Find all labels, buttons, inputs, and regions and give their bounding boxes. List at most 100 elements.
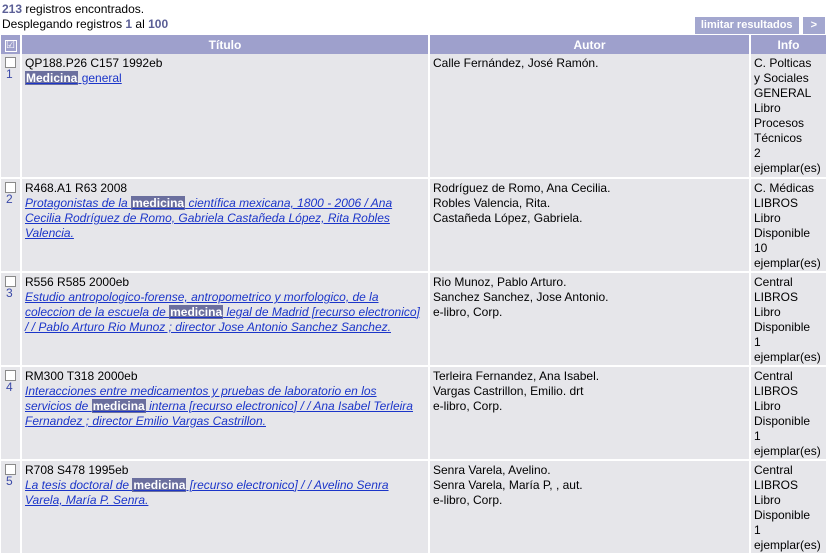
info-status-cont: Técnicos <box>754 131 803 145</box>
search-term-highlight: medicina <box>131 196 186 210</box>
info-copies: 2 <box>754 146 761 160</box>
title-cell: R708 S478 1995eb La tesis doctoral de me… <box>22 461 430 555</box>
title-cell: RM300 T318 2000eb Interacciones entre me… <box>22 367 430 461</box>
info-status: Disponible <box>754 226 811 240</box>
results-count: 213 <box>2 2 23 16</box>
info-cell: C. Médicas LIBROS Libro Disponible 10 ej… <box>751 179 826 273</box>
range-prefix: Desplegando registros <box>2 17 126 31</box>
info-copies: 10 <box>754 241 768 255</box>
info-copies-label: ejemplar(es) <box>754 256 821 270</box>
info-collection: LIBROS <box>754 478 799 492</box>
table-header-row: ☑ Título Autor Info <box>1 35 826 54</box>
info-collection: LIBROS <box>754 290 799 304</box>
table-row: 2 R468.A1 R63 2008 Protagonistas de la m… <box>1 179 826 273</box>
row-number: 3 <box>6 286 13 300</box>
table-row: 5 R708 S478 1995eb La tesis doctoral de … <box>1 461 826 555</box>
info-collection: LIBROS <box>754 384 799 398</box>
info-status: Disponible <box>754 508 811 522</box>
range-middle: al <box>132 17 149 31</box>
title-cell: R468.A1 R63 2008 Protagonistas de la med… <box>22 179 430 273</box>
info-status: Procesos <box>754 116 805 130</box>
info-format: Libro <box>754 399 781 413</box>
record-title-link[interactable]: Interacciones entre medicamentos y prueb… <box>25 384 413 428</box>
title-prefix: La tesis doctoral de <box>25 478 133 492</box>
author-name: Rio Munoz, Pablo Arturo. <box>433 275 567 289</box>
call-number: R708 S478 1995eb <box>25 463 129 477</box>
call-number: R556 R585 2000eb <box>25 275 130 289</box>
author-cell: Calle Fernández, José Ramón. <box>430 54 751 179</box>
search-term-highlight: Medicina <box>25 71 79 85</box>
limit-results-button[interactable]: limitar resultados <box>694 17 799 34</box>
title-suffix: general <box>78 71 122 85</box>
info-library: C. Polticas <box>754 56 812 70</box>
author-name: Senra Varela, Avelino. <box>433 463 551 477</box>
info-format: Libro <box>754 493 781 507</box>
author-name: Sanchez Sanchez, Jose Antonio. <box>433 290 609 304</box>
row-select-cell: 2 <box>1 179 22 273</box>
results-summary: 213 registros encontrados. Desplegando r… <box>0 0 837 35</box>
info-copies-label: ejemplar(es) <box>754 444 821 458</box>
title-cell: QP188.P26 C157 1992eb Medicina general <box>22 54 430 179</box>
results-count-suffix: registros encontrados. <box>22 2 145 16</box>
row-select-cell: 5 <box>1 461 22 555</box>
row-number: 4 <box>6 380 13 394</box>
results-table: ☑ Título Autor Info 1 QP188.P26 C157 199… <box>1 35 826 555</box>
author-name: Terleira Fernandez, Ana Isabel. <box>433 369 600 383</box>
author-name: e-libro, Corp. <box>433 399 503 413</box>
info-cell: Central LIBROS Libro Disponible 1 ejempl… <box>751 367 826 461</box>
author-name: Vargas Castrillon, Emilio. drt <box>433 384 584 398</box>
author-cell: Rio Munoz, Pablo Arturo. Sanchez Sanchez… <box>430 273 751 367</box>
table-row: 4 RM300 T318 2000eb Interacciones entre … <box>1 367 826 461</box>
info-copies: 1 <box>754 523 761 537</box>
row-number: 5 <box>6 474 13 488</box>
row-select-cell: 1 <box>1 54 22 179</box>
title-prefix: Protagonistas de la <box>25 196 132 210</box>
info-column-header: Info <box>751 35 826 54</box>
search-term-highlight: medicina <box>169 305 224 319</box>
table-row: 3 R556 R585 2000eb Estudio antropologico… <box>1 273 826 367</box>
info-status: Disponible <box>754 320 811 334</box>
title-column-header: Título <box>22 35 430 54</box>
info-format: Libro <box>754 101 781 115</box>
record-title-link[interactable]: La tesis doctoral de medicina [recurso e… <box>25 478 389 507</box>
record-title-link[interactable]: Estudio antropologico-forense, antropome… <box>25 290 420 334</box>
info-status: Disponible <box>754 414 811 428</box>
info-copies: 1 <box>754 335 761 349</box>
record-title-link[interactable]: Medicina general <box>25 71 122 85</box>
author-name: Senra Varela, María P, , aut. <box>433 478 583 492</box>
info-copies: 1 <box>754 429 761 443</box>
row-select-cell: 4 <box>1 367 22 461</box>
author-cell: Senra Varela, Avelino. Senra Varela, Mar… <box>430 461 751 555</box>
info-library-cont: y Sociales <box>754 71 809 85</box>
author-name: Calle Fernández, José Ramón. <box>433 56 599 70</box>
search-term-highlight: medicina <box>132 478 187 492</box>
checkmark-icon[interactable]: ☑ <box>4 40 17 52</box>
info-cell: C. Polticas y Sociales GENERAL Libro Pro… <box>751 54 826 179</box>
info-cell: Central LIBROS Libro Disponible 1 ejempl… <box>751 461 826 555</box>
author-cell: Rodríguez de Romo, Ana Cecilia. Robles V… <box>430 179 751 273</box>
author-name: Rodríguez de Romo, Ana Cecilia. <box>433 181 611 195</box>
info-collection: GENERAL <box>754 86 812 100</box>
next-page-button[interactable]: > <box>802 17 825 34</box>
search-term-highlight: medicina <box>91 399 146 413</box>
record-title-link[interactable]: Protagonistas de la medicina científica … <box>25 196 392 240</box>
info-library: Central <box>754 463 793 477</box>
call-number: QP188.P26 C157 1992eb <box>25 56 163 70</box>
info-copies-label: ejemplar(es) <box>754 350 821 364</box>
row-number: 1 <box>6 67 13 81</box>
info-copies-label: ejemplar(es) <box>754 161 821 175</box>
call-number: R468.A1 R63 2008 <box>25 181 128 195</box>
author-name: Robles Valencia, Rita. <box>433 196 551 210</box>
author-cell: Terleira Fernandez, Ana Isabel. Vargas C… <box>430 367 751 461</box>
author-name: Castañeda López, Gabriela. <box>433 211 583 225</box>
info-library: C. Médicas <box>754 181 815 195</box>
info-cell: Central LIBROS Libro Disponible 1 ejempl… <box>751 273 826 367</box>
select-all-header[interactable]: ☑ <box>1 35 22 54</box>
info-format: Libro <box>754 305 781 319</box>
call-number: RM300 T318 2000eb <box>25 369 138 383</box>
range-to: 100 <box>148 17 169 31</box>
top-actions: limitar resultados > <box>694 17 825 34</box>
author-name: e-libro, Corp. <box>433 305 503 319</box>
table-row: 1 QP188.P26 C157 1992eb Medicina general… <box>1 54 826 179</box>
title-cell: R556 R585 2000eb Estudio antropologico-f… <box>22 273 430 367</box>
